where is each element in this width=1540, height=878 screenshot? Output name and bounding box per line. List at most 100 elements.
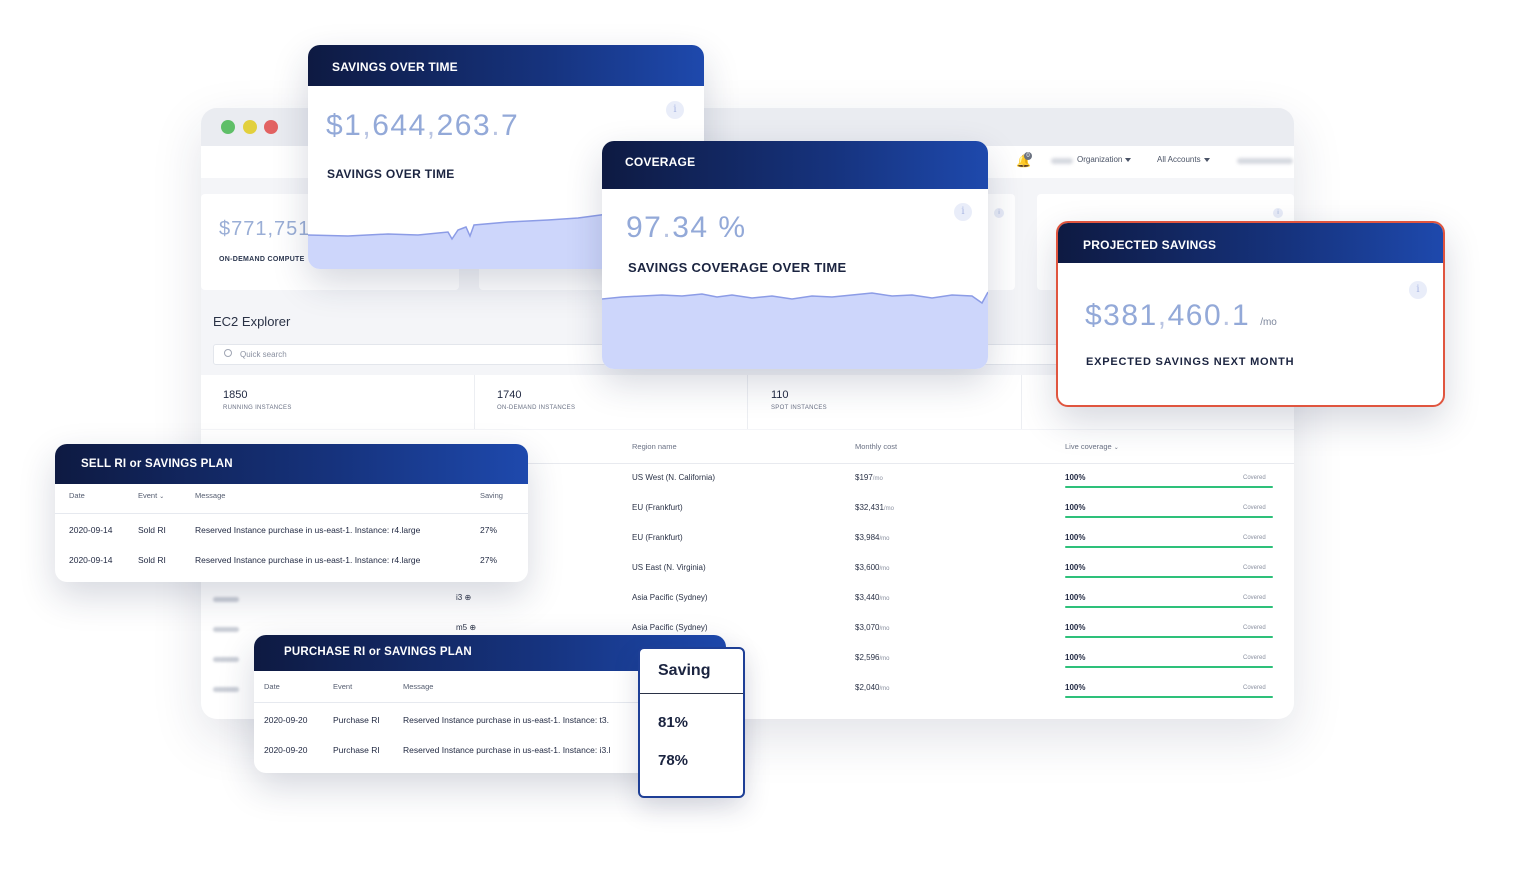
value-unit: % <box>708 211 747 244</box>
stat-value: 1740 <box>497 389 522 401</box>
redacted-user-name[interactable] <box>1237 158 1293 164</box>
row-region: EU (Frankfurt) <box>632 503 683 512</box>
row-region: Asia Pacific (Sydney) <box>632 623 708 632</box>
column-header-coverage[interactable]: Live coverage ⌄ <box>1065 442 1119 451</box>
row-cost: $3,600/mo <box>855 563 889 572</box>
cost-unit: /mo <box>883 506 894 512</box>
row-date: 2020-09-20 <box>264 715 308 725</box>
value-part: 644 <box>372 109 427 142</box>
value-sep: . <box>491 109 502 142</box>
row-message: Reserved Instance purchase in us-east-1.… <box>195 525 421 535</box>
cost-value: $2,040 <box>855 683 880 692</box>
accounts-dropdown[interactable]: All Accounts <box>1157 155 1210 164</box>
value-sep: , <box>362 109 373 142</box>
cost-unit: /mo <box>879 686 890 692</box>
cost-unit: /mo <box>879 626 890 632</box>
event-header-label: Event <box>138 491 158 500</box>
card-title: PROJECTED SAVINGS <box>1083 238 1217 252</box>
saving-value: 78% <box>658 752 689 769</box>
cost-value: $3,440 <box>855 593 880 602</box>
value-part: 1 <box>1232 299 1251 332</box>
cost-unit: /mo <box>879 656 890 662</box>
divider <box>474 375 475 429</box>
chevron-down-icon: ⌄ <box>159 494 165 500</box>
window-minimize-button[interactable] <box>243 120 257 134</box>
saving-value: 81% <box>658 714 689 731</box>
organization-dropdown[interactable]: Organization <box>1077 155 1132 164</box>
row-message: Reserved Instance purchase in us-east-1.… <box>403 715 610 725</box>
column-header-cost[interactable]: Monthly cost <box>855 442 897 451</box>
row-coverage-status: Covered <box>1243 595 1266 601</box>
search-icon <box>224 349 232 357</box>
row-coverage: 100% <box>1065 533 1086 542</box>
row-cost: $2,040/mo <box>855 683 889 692</box>
stat-label: RUNNING INSTANCES <box>223 405 292 411</box>
info-icon[interactable]: i <box>994 208 1004 218</box>
column-header-event[interactable]: Event ⌄ <box>138 491 164 500</box>
column-header-event[interactable]: Event <box>333 682 352 691</box>
savings-value: $1,644,263.7 <box>326 109 519 143</box>
row-cost: $3,070/mo <box>855 623 889 632</box>
value-sep: . <box>1222 299 1232 332</box>
column-header-region[interactable]: Region name <box>632 442 677 451</box>
redacted-account <box>213 657 239 662</box>
redacted-org-name <box>1051 158 1073 164</box>
row-message: Reserved Instance purchase in us-east-1.… <box>403 745 611 755</box>
row-cost: $3,984/mo <box>855 533 889 542</box>
saving-popup: Saving 81% 78% <box>638 647 745 798</box>
row-message: Reserved Instance purchase in us-east-1.… <box>195 555 421 565</box>
window-close-button[interactable] <box>264 120 278 134</box>
row-coverage: 100% <box>1065 503 1086 512</box>
row-coverage: 100% <box>1065 653 1086 662</box>
column-header-saving[interactable]: Saving <box>480 491 503 500</box>
sell-ri-card: SELL RI or SAVINGS PLAN Date Event ⌄ Mes… <box>55 444 528 582</box>
row-coverage: 100% <box>1065 683 1086 692</box>
column-header-message[interactable]: Message <box>403 682 433 691</box>
value-part: 97 <box>626 211 663 244</box>
row-coverage: 100% <box>1065 473 1086 482</box>
row-date: 2020-09-20 <box>264 745 308 755</box>
cost-value: $3,070 <box>855 623 880 632</box>
info-icon[interactable]: i <box>1409 281 1427 299</box>
card-header: SELL RI or SAVINGS PLAN <box>55 444 528 484</box>
row-event: Purchase RI <box>333 745 380 755</box>
info-icon[interactable]: i <box>954 203 972 221</box>
cost-value: $3,600 <box>855 563 880 572</box>
row-instance-type: i3 ⊕ <box>456 593 472 602</box>
row-saving: 27% <box>480 525 498 535</box>
notification-badge: 0 <box>1024 152 1032 160</box>
stat-running: 1850 RUNNING INSTANCES <box>223 389 292 411</box>
row-cost: $197/mo <box>855 473 883 482</box>
row-saving: 27% <box>480 555 498 565</box>
card-label: EXPECTED SAVINGS NEXT MONTH <box>1086 356 1295 368</box>
value-part: 263 <box>436 109 492 142</box>
card-label: SAVINGS COVERAGE OVER TIME <box>628 260 847 275</box>
projected-savings-card: PROJECTED SAVINGS i $381,460.1/mo EXPECT… <box>1056 221 1445 407</box>
on-demand-compute-label: ON-DEMAND COMPUTE <box>219 256 305 263</box>
column-header-message[interactable]: Message <box>195 491 225 500</box>
chevron-down-icon: ⌄ <box>1113 445 1119 451</box>
row-coverage-status: Covered <box>1243 655 1266 661</box>
column-header-date[interactable]: Date <box>69 491 85 500</box>
row-coverage: 100% <box>1065 563 1086 572</box>
stat-on-demand: 1740 ON-DEMAND INSTANCES <box>497 389 575 411</box>
value-part: $381 <box>1085 299 1158 332</box>
table-row[interactable]: i3 ⊕ Asia Pacific (Sydney) $3,440/mo 100% Co… <box>201 584 1294 614</box>
row-coverage-status: Covered <box>1243 505 1266 511</box>
cost-value: $3,984 <box>855 533 880 542</box>
info-icon[interactable]: i <box>666 101 684 119</box>
info-icon[interactable]: i <box>1273 208 1283 218</box>
coverage-bar <box>1065 696 1273 698</box>
redacted-account <box>213 627 239 632</box>
column-header-date[interactable]: Date <box>264 682 280 691</box>
popup-title: Saving <box>658 662 711 679</box>
coverage-bar <box>1065 516 1273 518</box>
window-maximize-button[interactable] <box>221 120 235 134</box>
divider <box>1021 375 1022 429</box>
stat-value: 110 <box>771 389 789 401</box>
row-coverage: 100% <box>1065 593 1086 602</box>
row-coverage-status: Covered <box>1243 565 1266 571</box>
table-header-divider <box>55 513 528 514</box>
row-coverage-status: Covered <box>1243 475 1266 481</box>
value-part: 7 <box>501 109 520 142</box>
